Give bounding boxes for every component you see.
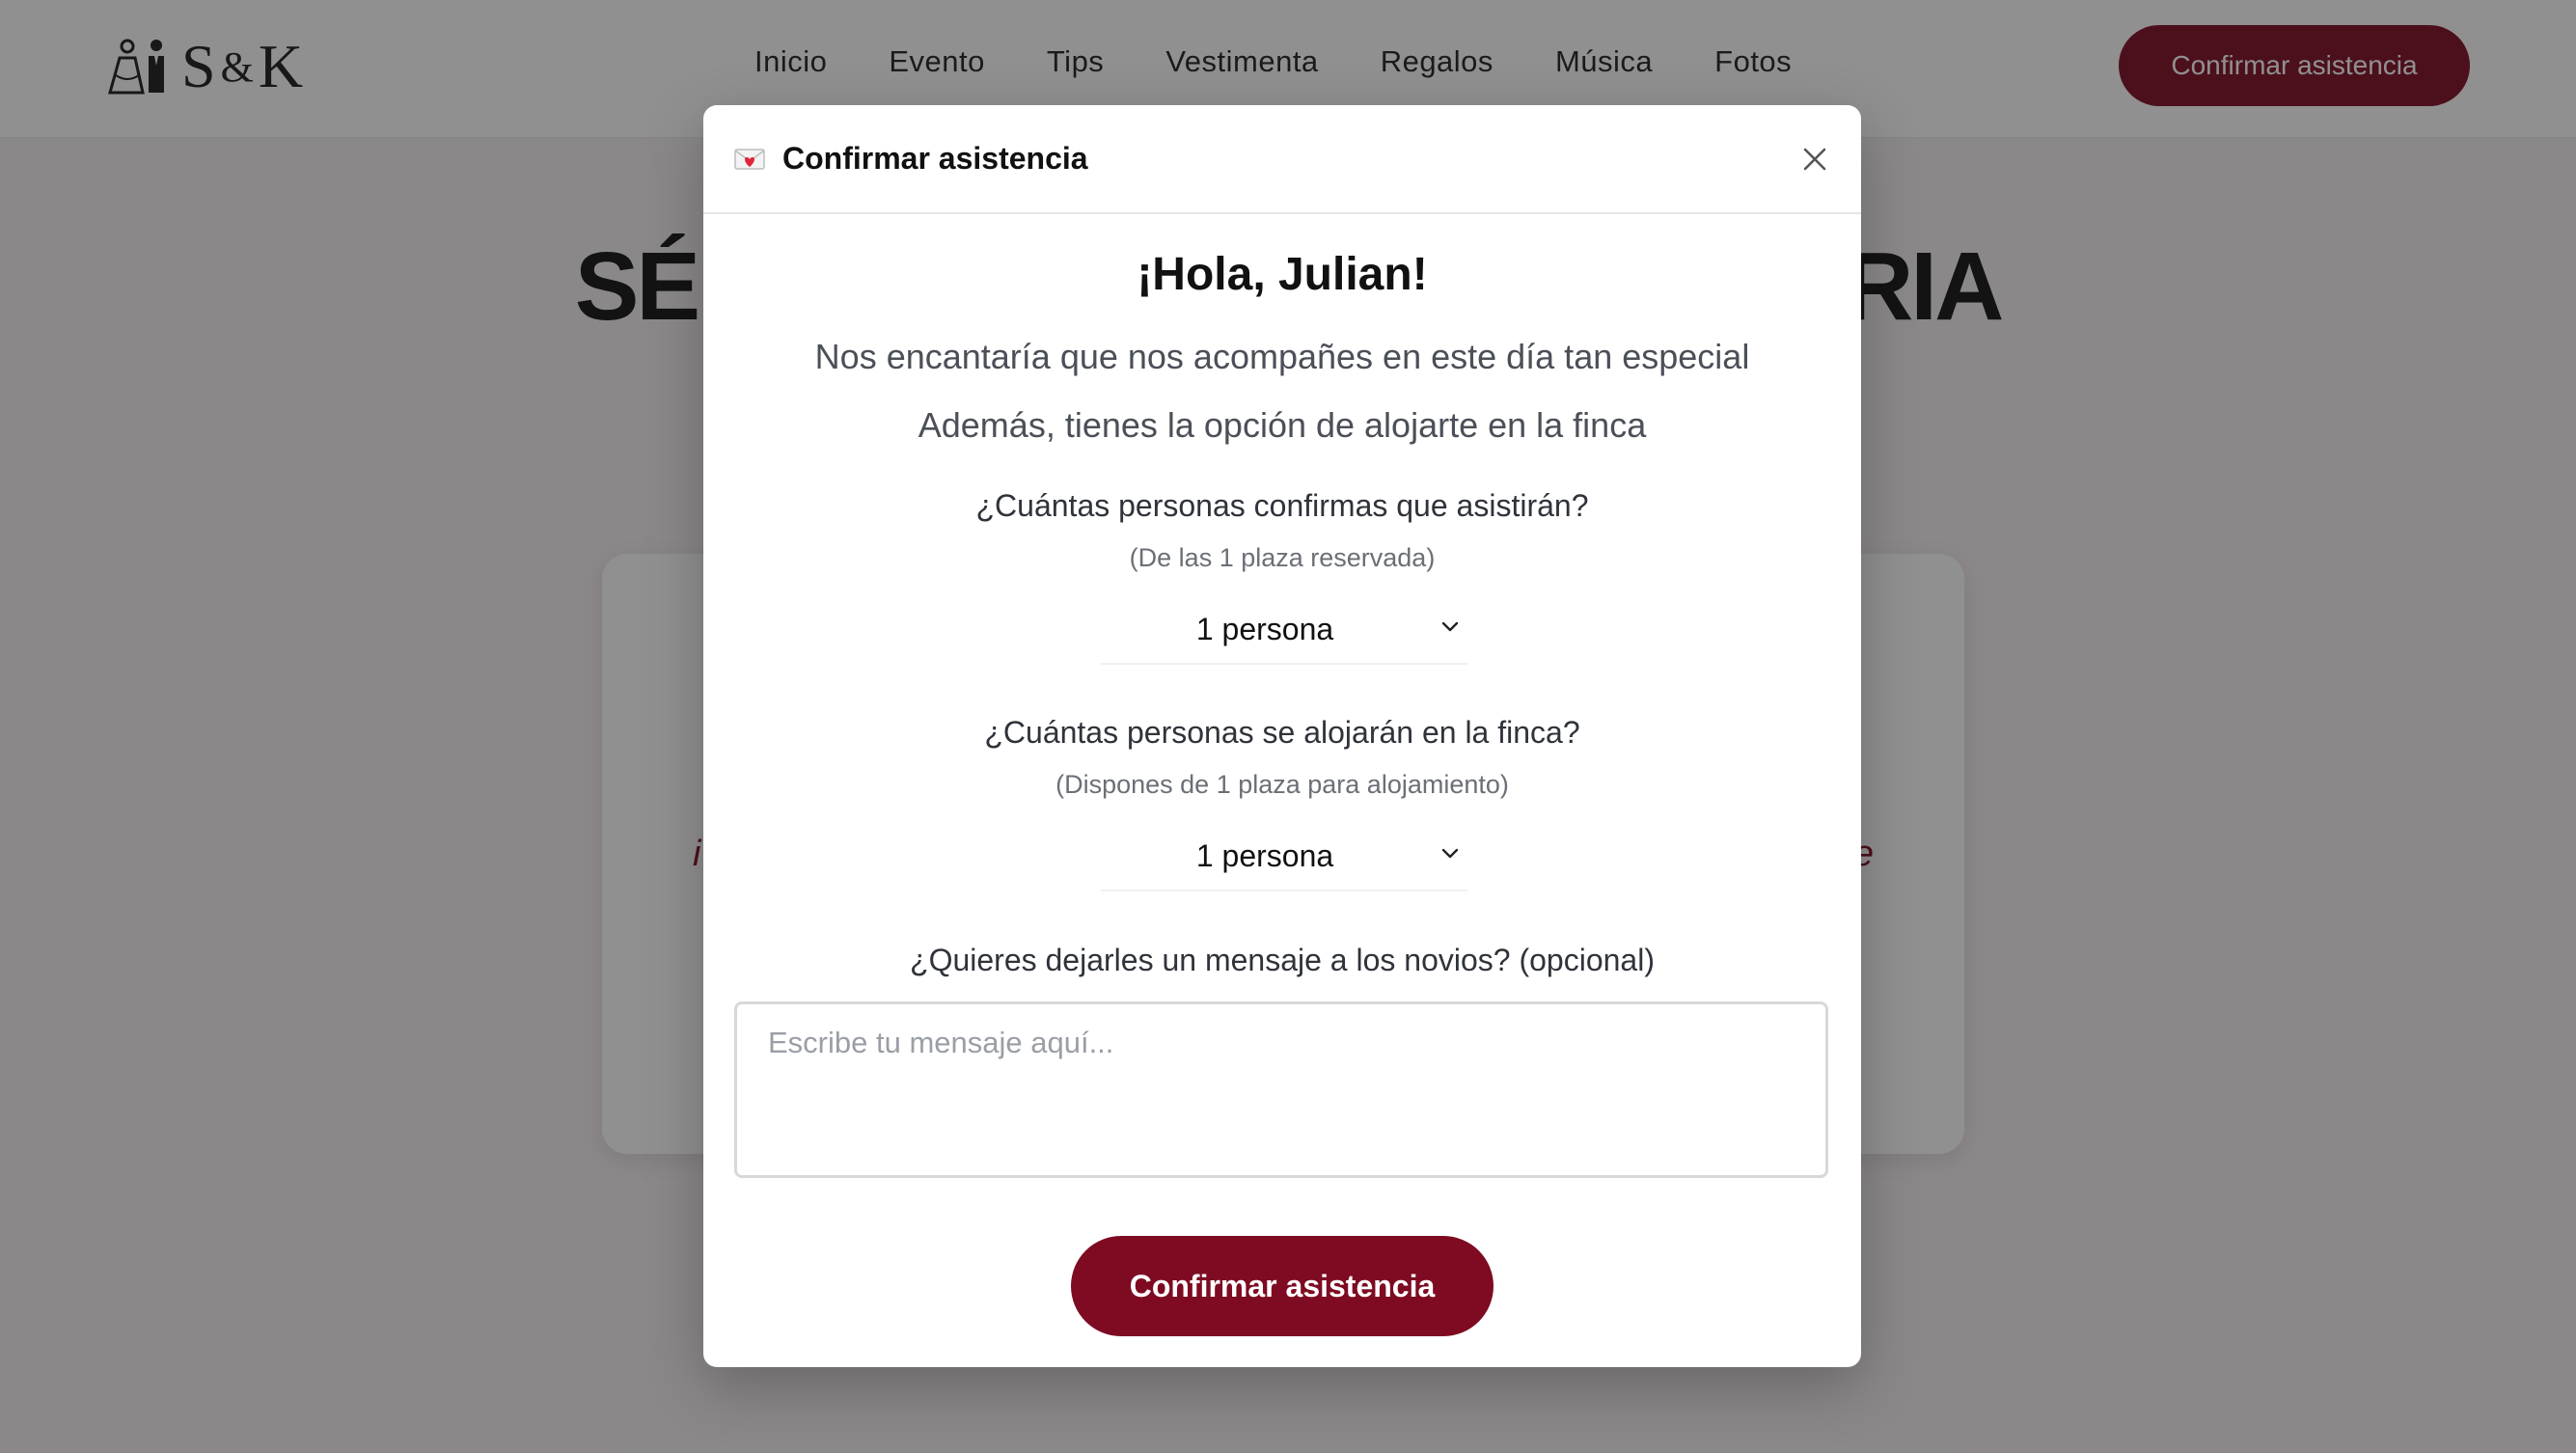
attendance-hint: (De las 1 plaza reservada): [1129, 543, 1436, 572]
greeting-heading: ¡Hola, Julian!: [1137, 249, 1428, 300]
lodging-select[interactable]: 1 persona: [1101, 822, 1467, 891]
lodging-hint: (Dispones de 1 plaza para alojamiento): [1055, 770, 1509, 799]
intro-text: Nos encantaría que nos acompañes en este…: [814, 337, 1750, 376]
lodging-intro-text: Además, tienes la opción de alojarte en …: [918, 405, 1647, 445]
message-textarea[interactable]: [734, 1001, 1828, 1178]
rsvp-modal: Confirmar asistencia ¡Hola, Julian! Nos …: [703, 105, 1861, 1367]
modal-header: Confirmar asistencia: [703, 105, 1861, 214]
lodging-question: ¿Cuántas personas se alojarán en la finc…: [984, 715, 1580, 750]
chevron-down-icon: [1441, 621, 1459, 632]
lodging-select-value: 1 persona: [1195, 837, 1334, 873]
attendance-select-value: 1 persona: [1195, 611, 1334, 646]
message-question: ¿Quieres dejarles un mensaje a los novio…: [910, 943, 1655, 977]
love-letter-icon: [734, 148, 765, 170]
close-button[interactable]: [1795, 140, 1834, 178]
attendance-question: ¿Cuántas personas confirmas que asistirá…: [975, 488, 1589, 523]
confirm-attendance-button[interactable]: Confirmar asistencia: [1071, 1236, 1494, 1336]
attendance-select[interactable]: 1 persona: [1101, 595, 1467, 665]
close-icon: [1803, 148, 1826, 171]
chevron-down-icon: [1441, 848, 1459, 859]
modal-title: Confirmar asistencia: [782, 141, 1088, 176]
